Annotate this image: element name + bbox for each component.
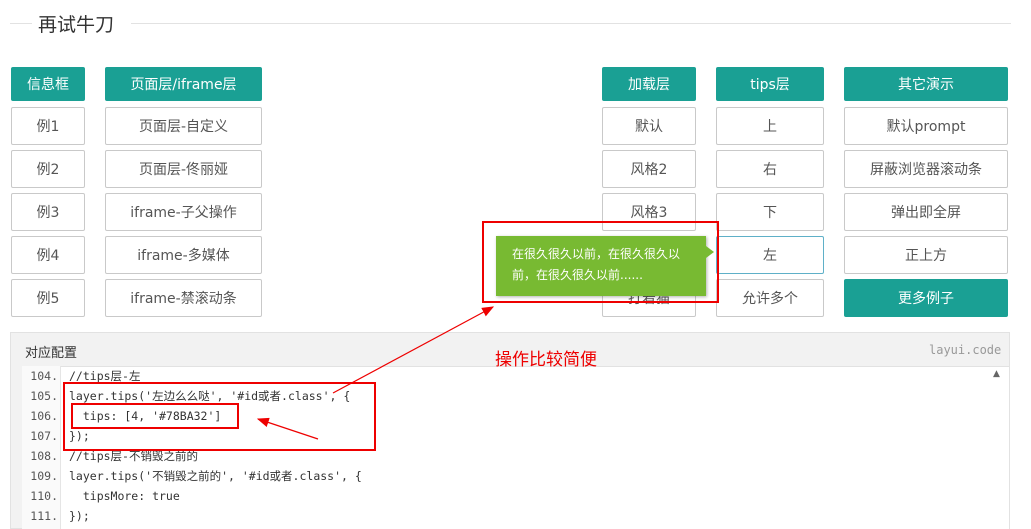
annotation-arrows — [256, 306, 495, 440]
annotation-arrow-to-tips-option — [256, 417, 319, 440]
annotation-arrow-to-popup — [332, 306, 495, 394]
